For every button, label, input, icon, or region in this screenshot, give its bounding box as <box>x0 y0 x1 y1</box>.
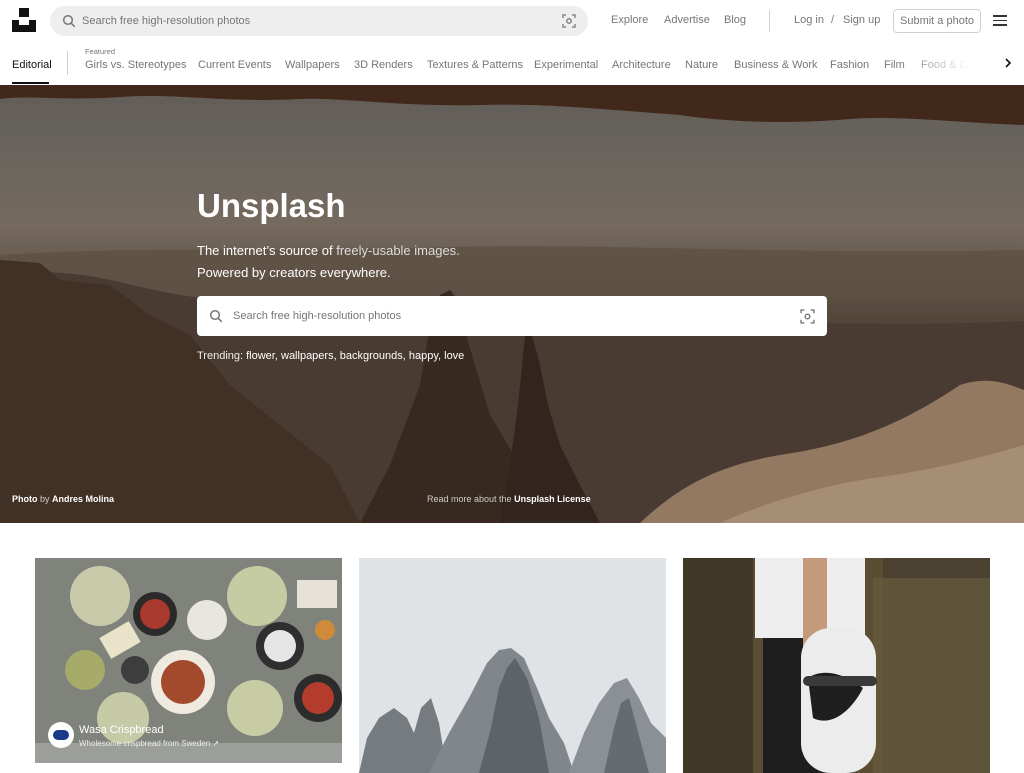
search-icon[interactable] <box>62 14 76 28</box>
tab-girls-vs-stereotypes[interactable]: Girls vs. Stereotypes <box>85 59 186 71</box>
login-link[interactable]: Log in <box>794 14 824 26</box>
license-link[interactable]: Unsplash License <box>514 494 591 504</box>
tab-architecture[interactable]: Architecture <box>612 59 671 71</box>
tab-nature[interactable]: Nature <box>685 59 718 71</box>
photo-card-food[interactable]: Wasa Crispbread Wholesome crispbread fro… <box>35 558 342 763</box>
trending-label: Trending: <box>197 350 244 362</box>
unsplash-logo[interactable] <box>12 8 36 32</box>
tab-3d-renders[interactable]: 3D Renders <box>354 59 413 71</box>
visual-search-icon[interactable] <box>562 14 576 28</box>
hero-sub-line1a: The internet’s source of <box>197 243 337 258</box>
photo-credit: Photo by Andres Molina <box>12 494 114 504</box>
trending-wallpapers[interactable]: wallpapers <box>281 350 334 362</box>
search-icon[interactable] <box>209 309 223 323</box>
tab-fashion[interactable]: Fashion <box>830 59 869 71</box>
header-search-bar[interactable] <box>50 6 588 36</box>
featured-label: Featured <box>85 47 116 56</box>
active-tab-indicator <box>12 82 49 84</box>
tab-food-drink[interactable]: Food & Drink <box>921 59 985 71</box>
auth-separator: / <box>831 14 835 26</box>
tab-textures-patterns[interactable]: Textures & Patterns <box>427 59 523 71</box>
sponsor-tagline[interactable]: Wholesome crispbread from Sweden ↗ <box>79 739 219 748</box>
sponsor-avatar[interactable] <box>48 722 74 748</box>
hamburger-menu-icon[interactable] <box>993 15 1007 26</box>
visual-search-icon[interactable] <box>800 309 815 324</box>
trending-searches: Trending: flower, wallpapers, background… <box>197 350 465 362</box>
hero-search-input[interactable] <box>233 306 773 326</box>
signup-link[interactable]: Sign up <box>843 14 880 26</box>
hero-search-bar[interactable] <box>197 296 827 336</box>
sponsor-name[interactable]: Wasa Crispbread <box>79 724 164 736</box>
tab-current-events[interactable]: Current Events <box>198 59 271 71</box>
credit-by: by <box>40 494 50 504</box>
submit-photo-button[interactable]: Submit a photo <box>893 9 981 33</box>
hero-sub-line2: Powered by creators everywhere. <box>197 265 391 280</box>
trending-flower[interactable]: flower <box>246 350 275 362</box>
trending-backgrounds[interactable]: backgrounds <box>340 350 403 362</box>
topics-divider <box>67 51 68 75</box>
license-prefix: Read more about the <box>427 494 512 504</box>
photographer-link[interactable]: Andres Molina <box>52 494 114 504</box>
topics-nav: Editorial Featured Girls vs. Stereotypes… <box>0 41 1024 85</box>
top-header: Explore Advertise Blog Log in / Sign up … <box>0 0 1024 41</box>
header-divider <box>769 10 770 32</box>
nav-blog[interactable]: Blog <box>724 14 746 26</box>
mountain-photo-image <box>359 558 666 773</box>
trending-happy[interactable]: happy <box>409 350 438 362</box>
photo-link[interactable]: Photo <box>12 494 38 504</box>
trending-love[interactable]: love <box>444 350 464 362</box>
tab-experimental[interactable]: Experimental <box>534 59 598 71</box>
hero-subtitle: The internet’s source of freely-usable i… <box>197 240 460 284</box>
tab-film[interactable]: Film <box>884 59 905 71</box>
hero-banner: Unsplash The internet’s source of freely… <box>0 85 1024 523</box>
hero-sub-line1b: freely-usable images. <box>336 243 460 258</box>
tab-wallpapers[interactable]: Wallpapers <box>285 59 340 71</box>
nav-explore[interactable]: Explore <box>611 14 648 26</box>
chevron-right-icon[interactable] <box>1002 57 1014 69</box>
header-search-input[interactable] <box>82 11 542 31</box>
tab-editorial[interactable]: Editorial <box>12 59 52 71</box>
tab-business-work[interactable]: Business & Work <box>734 59 818 71</box>
skateboard-photo-image <box>683 558 990 773</box>
photo-card-skateboard[interactable] <box>683 558 990 773</box>
hero-title: Unsplash <box>197 187 346 224</box>
license-note: Read more about the Unsplash License <box>427 494 591 504</box>
nav-advertise[interactable]: Advertise <box>664 14 710 26</box>
photo-card-mountains[interactable] <box>359 558 666 773</box>
